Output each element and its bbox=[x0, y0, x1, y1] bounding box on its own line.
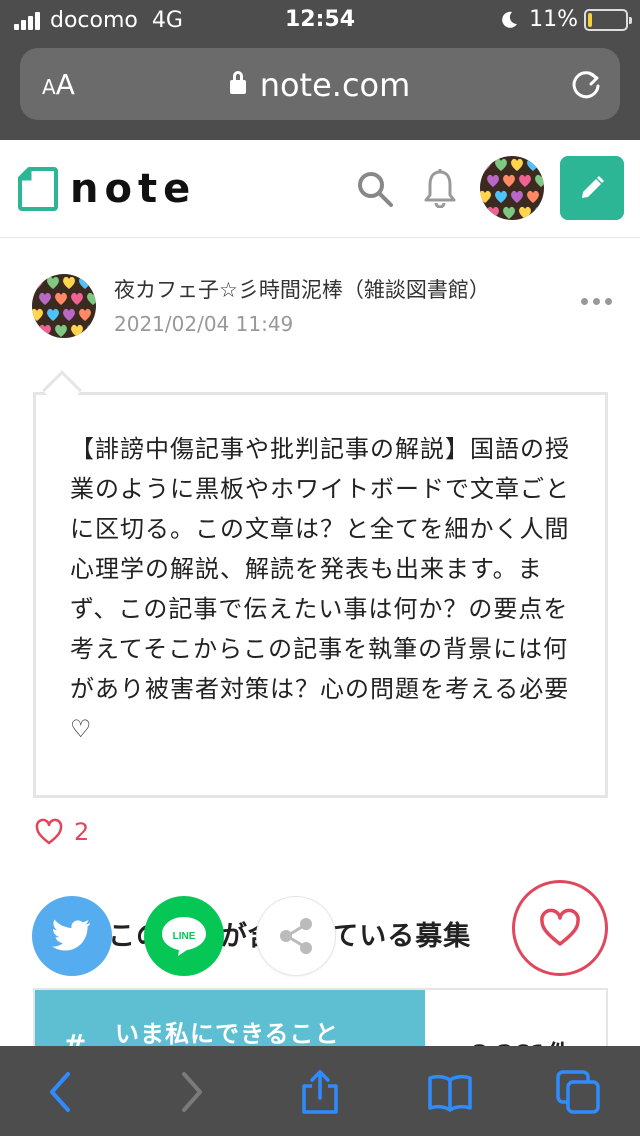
do-not-disturb-icon bbox=[502, 11, 518, 28]
note-logo-text: note bbox=[70, 166, 197, 212]
share-generic-button[interactable] bbox=[256, 896, 336, 976]
like-count-value: 2 bbox=[74, 818, 90, 846]
browser-chrome: AA note.com bbox=[0, 40, 640, 140]
search-icon[interactable] bbox=[356, 170, 394, 208]
note-logo-icon bbox=[18, 167, 58, 211]
share-line-button[interactable]: LINE bbox=[144, 896, 224, 976]
notification-bell-icon[interactable] bbox=[422, 168, 458, 208]
line-logo-icon: LINE bbox=[162, 917, 206, 956]
browser-toolbar bbox=[0, 1046, 640, 1136]
author-avatar[interactable] bbox=[32, 274, 96, 338]
heart-outline-icon bbox=[35, 818, 63, 845]
forward-icon[interactable] bbox=[168, 1070, 212, 1114]
status-bar: docomo 4G 12:54 11% bbox=[0, 0, 640, 40]
author-avatar-image bbox=[32, 274, 96, 338]
more-options-icon[interactable] bbox=[576, 298, 612, 305]
site-header: note bbox=[0, 140, 640, 238]
tabs-icon[interactable] bbox=[556, 1070, 600, 1114]
post-author: 夜カフェ子☆彡時間泥棒（雑談図書館） 2021/02/04 11:49 bbox=[32, 270, 612, 342]
share-icon[interactable] bbox=[298, 1070, 342, 1114]
note-logo[interactable]: note bbox=[18, 166, 196, 212]
like-count[interactable]: 2 bbox=[34, 818, 89, 846]
battery-percent: 11% bbox=[529, 7, 578, 32]
post-body: 【誹謗中傷記事や批判記事の解説】国語の授業のように黒板やホワイトボードで文章ごと… bbox=[70, 435, 570, 743]
reload-icon[interactable] bbox=[568, 66, 604, 102]
twitter-bird-icon bbox=[52, 919, 90, 951]
post-date: 2021/02/04 11:49 bbox=[114, 312, 294, 336]
pencil-icon bbox=[582, 176, 604, 198]
post-card: 【誹謗中傷記事や批判記事の解説】国語の授業のように黒板やホワイトボードで文章ごと… bbox=[33, 392, 608, 798]
back-icon[interactable] bbox=[40, 1070, 84, 1114]
address-bar[interactable]: AA note.com bbox=[20, 48, 620, 120]
lock-icon bbox=[229, 71, 246, 94]
user-avatar[interactable] bbox=[480, 156, 544, 220]
status-right: 11% bbox=[499, 7, 632, 32]
bookmarks-icon[interactable] bbox=[428, 1070, 472, 1114]
url-domain: note.com bbox=[20, 66, 620, 104]
like-button[interactable] bbox=[512, 880, 608, 976]
share-nodes-icon bbox=[280, 918, 312, 954]
svg-text:LINE: LINE bbox=[173, 931, 196, 942]
author-name[interactable]: 夜カフェ子☆彡時間泥棒（雑談図書館） bbox=[114, 274, 490, 304]
heart-icon bbox=[540, 908, 580, 946]
battery-icon bbox=[584, 8, 632, 31]
avatar-heart-shape bbox=[87, 324, 96, 337]
hashtag-name: いま私にできること bbox=[115, 1020, 340, 1048]
avatar-heart-shape bbox=[535, 206, 544, 219]
avatar-image bbox=[480, 156, 544, 220]
new-post-button[interactable] bbox=[560, 156, 624, 220]
share-twitter-button[interactable] bbox=[32, 896, 112, 976]
